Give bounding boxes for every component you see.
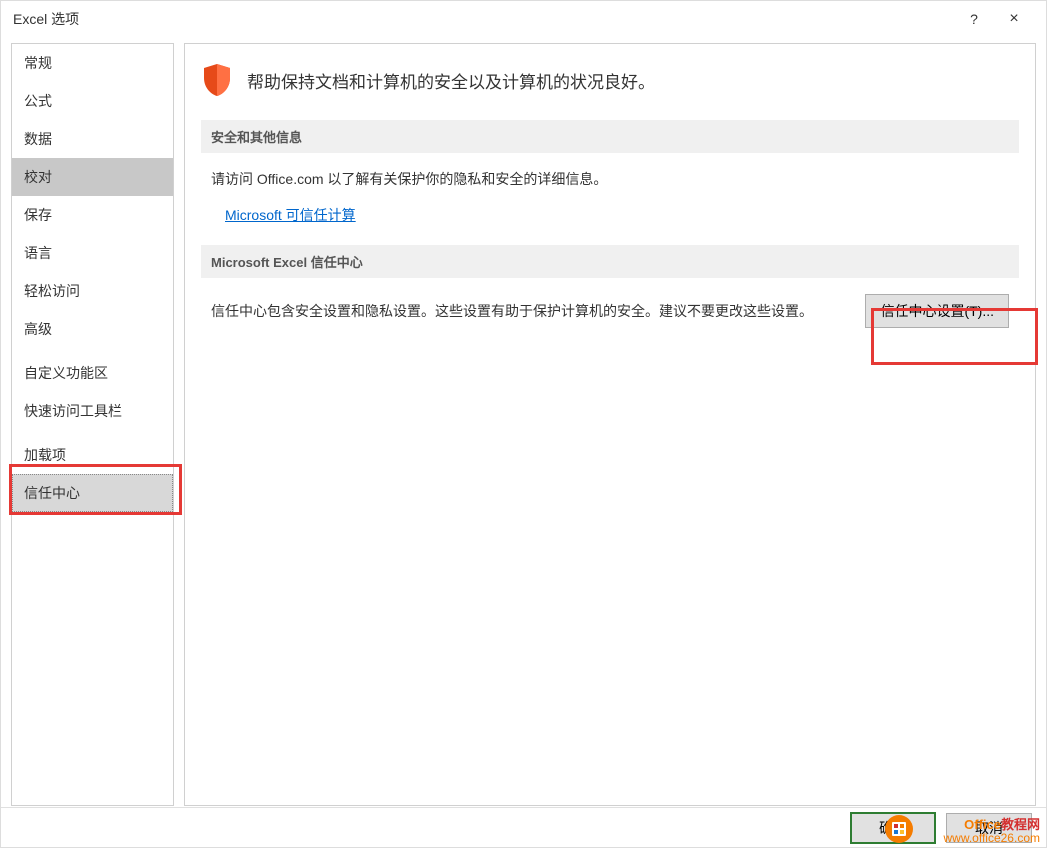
page-header-text: 帮助保持文档和计算机的安全以及计算机的状况良好。 bbox=[247, 68, 655, 93]
ok-button[interactable]: 确定 bbox=[850, 812, 936, 844]
sidebar-item-customize-ribbon[interactable]: 自定义功能区 bbox=[12, 354, 173, 392]
trust-center-row: 信任中心包含安全设置和隐私设置。这些设置有助于保护计算机的安全。建议不要更改这些… bbox=[201, 294, 1019, 328]
trustworthy-computing-link[interactable]: Microsoft 可信任计算 bbox=[225, 205, 356, 225]
shield-icon bbox=[201, 62, 233, 98]
section-body-security: 请访问 Office.com 以了解有关保护你的隐私和安全的详细信息。 Micr… bbox=[201, 169, 1019, 245]
sidebar-item-quick-access[interactable]: 快速访问工具栏 bbox=[12, 392, 173, 430]
sidebar-item-data[interactable]: 数据 bbox=[12, 120, 173, 158]
sidebar-item-formulas[interactable]: 公式 bbox=[12, 82, 173, 120]
cancel-button[interactable]: 取消 bbox=[946, 813, 1032, 843]
sidebar: 常规 公式 数据 校对 保存 语言 轻松访问 高级 自定义功能区 快速访问工具栏… bbox=[11, 43, 174, 806]
sidebar-item-advanced[interactable]: 高级 bbox=[12, 310, 173, 348]
bottom-bar: 确定 取消 bbox=[1, 807, 1046, 847]
sidebar-item-general[interactable]: 常规 bbox=[12, 44, 173, 82]
sidebar-item-addins[interactable]: 加载项 bbox=[12, 436, 173, 474]
title-bar: Excel 选项 ? × bbox=[1, 1, 1046, 37]
sidebar-item-accessibility[interactable]: 轻松访问 bbox=[12, 272, 173, 310]
trust-center-settings-button[interactable]: 信任中心设置(T)... bbox=[865, 294, 1009, 328]
content-area: 常规 公式 数据 校对 保存 语言 轻松访问 高级 自定义功能区 快速访问工具栏… bbox=[1, 37, 1046, 806]
help-button[interactable]: ? bbox=[954, 11, 994, 27]
main-panel: 帮助保持文档和计算机的安全以及计算机的状况良好。 安全和其他信息 请访问 Off… bbox=[184, 43, 1036, 806]
sidebar-item-trust-center[interactable]: 信任中心 bbox=[12, 474, 173, 512]
trust-center-description: 信任中心包含安全设置和隐私设置。这些设置有助于保护计算机的安全。建议不要更改这些… bbox=[211, 301, 865, 321]
section-header-trust-center: Microsoft Excel 信任中心 bbox=[201, 245, 1019, 278]
security-info-text: 请访问 Office.com 以了解有关保护你的隐私和安全的详细信息。 bbox=[211, 169, 1009, 189]
header-row: 帮助保持文档和计算机的安全以及计算机的状况良好。 bbox=[201, 62, 1019, 98]
sidebar-item-save[interactable]: 保存 bbox=[12, 196, 173, 234]
section-header-security: 安全和其他信息 bbox=[201, 120, 1019, 153]
sidebar-item-language[interactable]: 语言 bbox=[12, 234, 173, 272]
close-button[interactable]: × bbox=[994, 10, 1034, 28]
sidebar-item-proofing[interactable]: 校对 bbox=[12, 158, 173, 196]
window-title: Excel 选项 bbox=[13, 9, 954, 29]
